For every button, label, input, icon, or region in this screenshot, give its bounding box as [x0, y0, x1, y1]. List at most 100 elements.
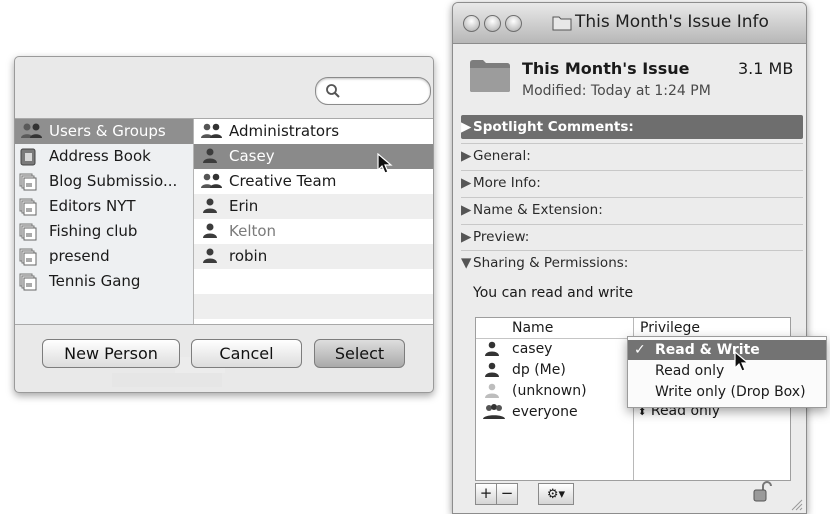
name-label: Kelton: [229, 222, 277, 240]
modified-date: Modified: Today at 1:24 PM: [522, 83, 711, 99]
menu-item-label: Read only: [655, 363, 725, 379]
name-row-casey[interactable]: Casey: [194, 144, 433, 169]
section-label: Sharing & Permissions:: [473, 255, 629, 271]
source-label: Users & Groups: [49, 122, 166, 140]
add-user-button[interactable]: +: [475, 483, 497, 505]
title-folder-icon: [552, 14, 572, 31]
disclosure-triangle-open-icon: ▼: [461, 255, 472, 271]
search-field[interactable]: [315, 77, 431, 105]
table-row-everyone[interactable]: everyone: [476, 402, 633, 423]
disclosure-triangle-icon: ▶: [461, 148, 472, 164]
action-menu-button[interactable]: ⚙▾: [538, 483, 574, 505]
empty-row: [194, 294, 433, 319]
source-users-groups[interactable]: Users & Groups: [15, 119, 193, 144]
name-list: Administrators Casey Creative Team Erin …: [194, 119, 433, 324]
name-row-erin[interactable]: Erin: [194, 194, 433, 219]
section-label: More Info:: [473, 175, 541, 191]
disclosure-triangle-icon: ▶: [461, 175, 472, 191]
group-card-icon: [19, 273, 37, 291]
search-icon: [325, 83, 341, 99]
person-icon: [200, 248, 220, 264]
disclosure-triangle-icon: ▶: [461, 119, 472, 135]
checkmark-icon: ✓: [634, 342, 646, 358]
person-icon: [200, 148, 220, 164]
source-label: presend: [49, 247, 110, 265]
remove-user-button[interactable]: −: [496, 483, 518, 505]
gear-icon: ⚙▾: [546, 487, 566, 502]
user-name: casey: [512, 341, 553, 357]
name-row-administrators[interactable]: Administrators: [194, 119, 433, 144]
source-presend[interactable]: presend: [15, 244, 193, 269]
table-row-unknown[interactable]: (unknown): [476, 381, 633, 402]
source-list: Users & Groups Address Book Blog Submiss…: [15, 119, 194, 324]
minimize-window-button[interactable]: [484, 15, 501, 32]
source-label: Fishing club: [49, 222, 138, 240]
disclosure-triangle-icon: ▶: [461, 202, 472, 218]
get-info-window: This Month's Issue Info This Month's Iss…: [452, 2, 807, 514]
name-label: Erin: [229, 197, 259, 215]
popup-arrows-icon: ⬍: [638, 407, 647, 418]
section-name-extension[interactable]: ▶ Name & Extension:: [461, 197, 803, 222]
section-sharing-permissions[interactable]: ▼ Sharing & Permissions:: [461, 250, 803, 275]
person-icon: [483, 341, 501, 357]
title-bar[interactable]: This Month's Issue Info: [453, 3, 806, 44]
users-groups-icon: [19, 123, 45, 139]
group-card-icon: [19, 198, 37, 216]
address-book-icon: [19, 148, 37, 166]
unknown-person-icon: [483, 383, 501, 399]
close-window-button[interactable]: [463, 15, 480, 32]
menu-item-read-only[interactable]: Read only: [628, 361, 826, 381]
background-ghost: [112, 373, 222, 387]
section-preview[interactable]: ▶ Preview:: [461, 224, 803, 249]
privilege-menu: ✓ Read & Write Read only Write only (Dro…: [627, 336, 827, 408]
name-row-robin[interactable]: robin: [194, 244, 433, 269]
section-label: Spotlight Comments:: [473, 119, 634, 135]
group-icon: [200, 123, 224, 139]
source-label: Tennis Gang: [49, 272, 141, 290]
name-label: Administrators: [229, 122, 340, 140]
new-person-button[interactable]: New Person: [42, 339, 180, 368]
source-fishing-club[interactable]: Fishing club: [15, 219, 193, 244]
mouse-pointer-icon: [734, 351, 750, 373]
menu-item-read-write[interactable]: ✓ Read & Write: [628, 340, 826, 360]
table-row-casey[interactable]: casey: [476, 339, 633, 360]
group-card-icon: [19, 223, 37, 241]
folder-icon: [469, 57, 511, 93]
group-card-icon: [19, 173, 37, 191]
section-label: General:: [473, 148, 531, 164]
name-row-creative-team[interactable]: Creative Team: [194, 169, 433, 194]
menu-item-write-only[interactable]: Write only (Drop Box): [628, 382, 826, 402]
source-tennis-gang[interactable]: Tennis Gang: [15, 269, 193, 294]
permission-status: You can read and write: [473, 285, 634, 301]
disclosure-triangle-icon: ▶: [461, 229, 472, 245]
source-label: Address Book: [49, 147, 151, 165]
resize-grip-icon[interactable]: [789, 497, 803, 511]
column-header-name[interactable]: Name: [512, 318, 553, 338]
section-general[interactable]: ▶ General:: [461, 143, 803, 168]
group-icon: [483, 404, 505, 420]
file-name: This Month's Issue: [522, 59, 690, 78]
person-icon: [200, 223, 220, 239]
column-header-privilege[interactable]: Privilege: [640, 318, 700, 338]
section-label: Name & Extension:: [473, 202, 603, 218]
source-label: Editors NYT: [49, 197, 136, 215]
zoom-window-button[interactable]: [505, 15, 522, 32]
name-label: Casey: [229, 147, 275, 165]
source-blog-submissions[interactable]: Blog Submissio...: [15, 169, 193, 194]
picker-lists: Users & Groups Address Book Blog Submiss…: [15, 118, 433, 325]
user-name: everyone: [512, 404, 578, 420]
select-button[interactable]: Select: [314, 339, 405, 368]
table-row-dp[interactable]: dp (Me): [476, 360, 633, 381]
user-name: (unknown): [512, 383, 587, 399]
source-address-book[interactable]: Address Book: [15, 144, 193, 169]
person-icon: [200, 198, 220, 214]
menu-item-label: Write only (Drop Box): [655, 384, 806, 400]
section-spotlight-comments[interactable]: ▶ Spotlight Comments:: [461, 115, 803, 139]
source-editors-nyt[interactable]: Editors NYT: [15, 194, 193, 219]
user-name: dp (Me): [512, 362, 566, 378]
section-label: Preview:: [473, 229, 530, 245]
name-row-kelton[interactable]: Kelton: [194, 219, 433, 244]
lock-icon[interactable]: [751, 481, 773, 503]
section-more-info[interactable]: ▶ More Info:: [461, 170, 803, 195]
cancel-button[interactable]: Cancel: [191, 339, 302, 368]
